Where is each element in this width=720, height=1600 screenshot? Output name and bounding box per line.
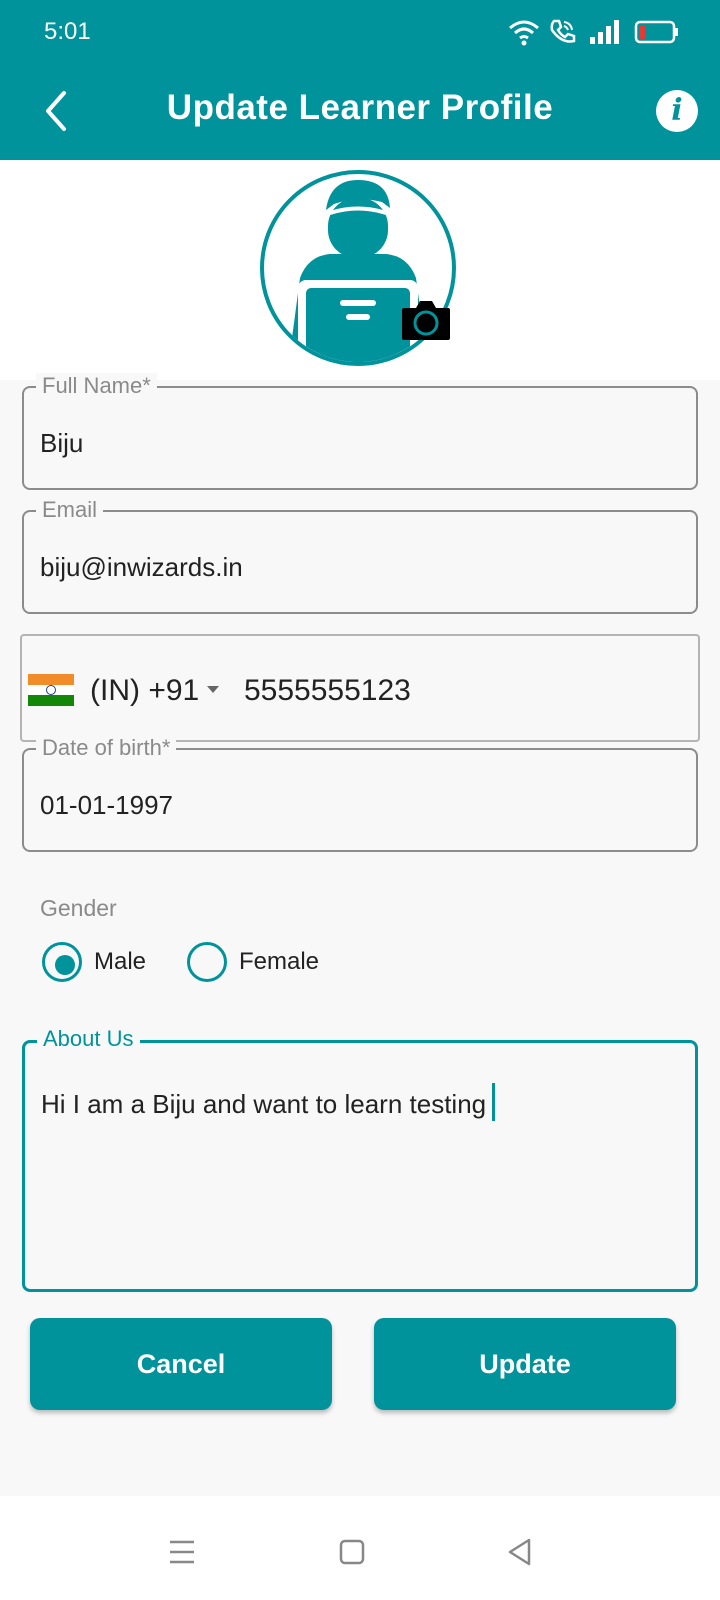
full-name-value: Biju: [40, 428, 84, 458]
info-icon: i: [671, 93, 683, 128]
wifi-icon: [509, 20, 539, 46]
app-bar: 5:01 Update Learner Profile i: [0, 0, 720, 160]
full-name-field[interactable]: Full Name* Biju: [22, 373, 698, 490]
battery-low-icon: [634, 20, 678, 44]
dob-label: Date of birth*: [36, 735, 177, 761]
phone-number-value: 5555555123: [244, 674, 411, 707]
update-button[interactable]: Update: [374, 1318, 676, 1410]
avatar-section: [0, 160, 720, 380]
cancel-button[interactable]: Cancel: [30, 1318, 332, 1410]
page-title: Update Learner Profile: [166, 88, 554, 127]
phone-field[interactable]: (IN) +91 5555555123: [20, 634, 700, 742]
text-cursor: [492, 1083, 496, 1121]
about-us-value: Hi I am a Biju and want to learn testing: [41, 1089, 487, 1119]
gender-option-label: Male: [94, 948, 147, 975]
email-label: Email: [36, 497, 104, 523]
full-name-label: Full Name*: [36, 373, 157, 399]
camera-icon[interactable]: [400, 298, 452, 342]
email-field[interactable]: Email biju@inwizards.in: [22, 497, 698, 614]
radio-unselected-icon[interactable]: [187, 942, 227, 982]
about-us-label: About Us: [37, 1026, 140, 1052]
signal-icon: [590, 20, 619, 44]
radio-selected-icon[interactable]: [42, 942, 82, 982]
gender-label: Gender: [40, 895, 117, 921]
menu-icon[interactable]: [162, 1532, 202, 1572]
dob-value: 01-01-1997: [40, 790, 173, 820]
home-square-icon[interactable]: [332, 1532, 372, 1572]
status-time: 5:01: [44, 18, 91, 45]
about-us-textarea[interactable]: About Us Hi I am a Biju and want to lear…: [22, 1026, 698, 1292]
email-value: biju@inwizards.in: [40, 552, 243, 582]
gender-option-label: Female: [239, 948, 320, 975]
back-triangle-icon[interactable]: [500, 1532, 540, 1572]
system-nav-bar: [0, 1496, 720, 1600]
india-flag-icon[interactable]: [28, 674, 74, 706]
caret-down-icon[interactable]: [207, 686, 219, 693]
info-button[interactable]: i: [656, 90, 698, 132]
call-icon: [550, 19, 576, 43]
country-code-selector[interactable]: (IN) +91: [90, 674, 199, 708]
dob-field[interactable]: Date of birth* 01-01-1997: [22, 735, 698, 852]
